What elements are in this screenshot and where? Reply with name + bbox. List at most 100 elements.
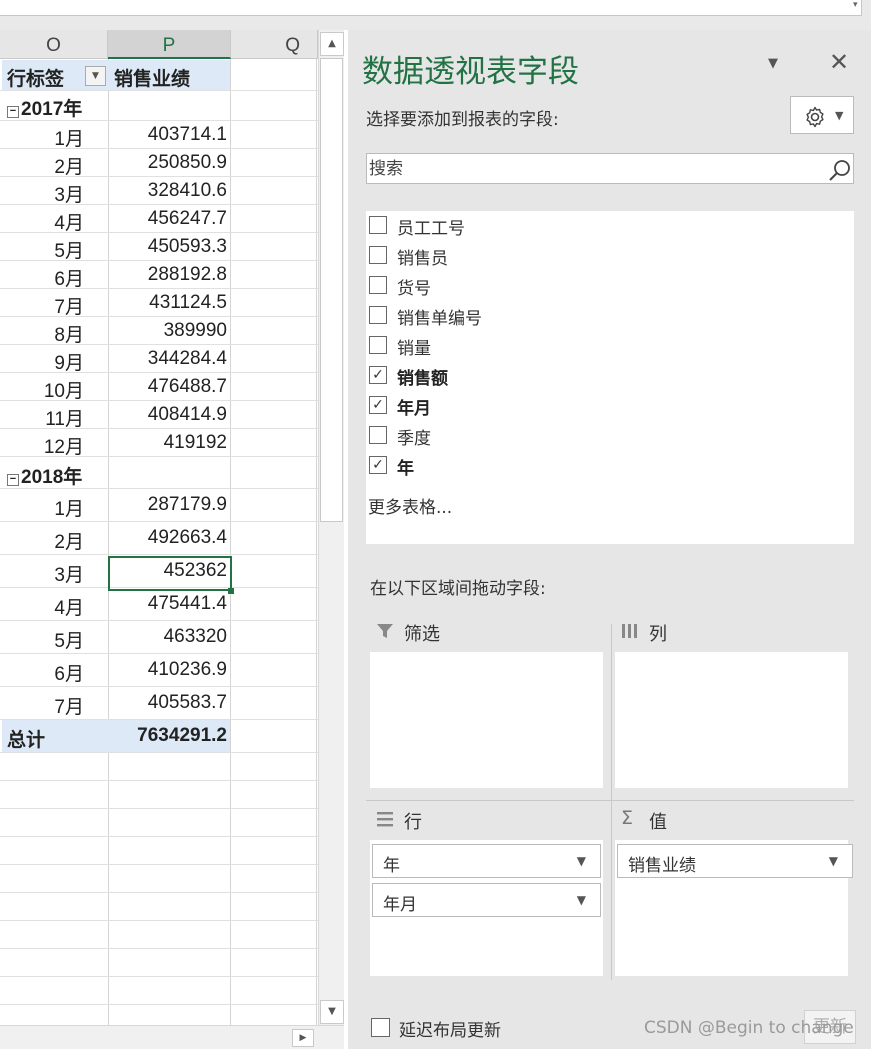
row-label[interactable]: 4月 xyxy=(10,593,84,620)
row-value[interactable]: 287179.9 xyxy=(112,494,227,516)
row-label[interactable]: 5月 xyxy=(10,626,84,653)
checkbox-unchecked[interactable] xyxy=(369,306,387,324)
row-value[interactable]: 463320 xyxy=(112,626,227,648)
grid-line xyxy=(0,752,318,753)
chevron-down-icon[interactable]: ▼ xyxy=(577,893,586,907)
row-value[interactable]: 475441.4 xyxy=(112,593,227,615)
formula-input[interactable] xyxy=(0,0,862,16)
value-field-sales[interactable]: 销售业绩 ▼ xyxy=(617,844,853,878)
row-label[interactable]: 2月 xyxy=(10,527,84,554)
row-label[interactable]: 3月 xyxy=(10,180,84,207)
row-value[interactable]: 450593.3 xyxy=(112,236,227,258)
field-item[interactable]: 员工工号 xyxy=(369,213,829,239)
column-header-p[interactable]: P xyxy=(108,30,231,59)
row-label[interactable]: 9月 xyxy=(10,348,84,375)
filters-drop-zone[interactable] xyxy=(370,652,603,788)
field-item[interactable]: 销量 xyxy=(369,333,829,359)
row-value[interactable]: 403714.1 xyxy=(112,124,227,146)
search-icon[interactable] xyxy=(828,158,852,182)
vertical-scrollbar[interactable]: ▲ ▼ xyxy=(318,30,344,1025)
row-label[interactable]: 1月 xyxy=(10,124,84,151)
search-field[interactable] xyxy=(366,153,854,184)
row-label[interactable]: 2月 xyxy=(10,152,84,179)
checkbox-unchecked[interactable] xyxy=(369,216,387,234)
checkbox-checked[interactable]: ✓ xyxy=(369,396,387,414)
field-item[interactable]: ✓ 年 xyxy=(369,453,829,479)
field-item[interactable]: ✓ 销售额 xyxy=(369,363,829,389)
field-item[interactable]: 货号 xyxy=(369,273,829,299)
collapse-minus-icon[interactable]: − xyxy=(7,474,19,486)
row-value[interactable]: 492663.4 xyxy=(112,527,227,549)
row-label[interactable]: 3月 xyxy=(10,560,84,587)
row-value[interactable]: 344284.4 xyxy=(112,348,227,370)
horizontal-scrollbar[interactable]: ▶ xyxy=(0,1025,344,1049)
checkbox-unchecked[interactable] xyxy=(369,426,387,444)
row-label[interactable]: 12月 xyxy=(10,432,84,459)
row-value[interactable]: 431124.5 xyxy=(112,292,227,314)
search-input[interactable] xyxy=(369,157,809,181)
columns-icon xyxy=(621,622,639,644)
rows-drop-zone[interactable]: 年 ▼ 年月 ▼ xyxy=(370,840,603,976)
scroll-thumb[interactable] xyxy=(320,58,343,522)
group-label: 2018年 xyxy=(21,467,83,488)
formula-expand-icon[interactable]: ▾ xyxy=(853,0,858,10)
row-value[interactable]: 389990 xyxy=(112,320,227,342)
row-label[interactable]: 10月 xyxy=(10,376,84,403)
row-value[interactable]: 405583.7 xyxy=(112,692,227,714)
group-header[interactable]: −2018年 xyxy=(7,462,82,489)
row-label[interactable]: 6月 xyxy=(10,264,84,291)
row-value[interactable]: 419192 xyxy=(112,432,227,454)
row-value[interactable]: 410236.9 xyxy=(112,659,227,681)
row-value[interactable]: 476488.7 xyxy=(112,376,227,398)
row-label[interactable]: 6月 xyxy=(10,659,84,686)
scroll-up-icon[interactable]: ▲ xyxy=(320,32,344,56)
column-header-o[interactable]: O xyxy=(0,30,108,59)
chevron-down-icon[interactable]: ▼ xyxy=(829,854,838,868)
chevron-down-icon[interactable]: ▼ xyxy=(577,854,586,868)
pane-options-chevron-icon[interactable]: ▼ xyxy=(768,56,778,71)
row-value[interactable]: 250850.9 xyxy=(112,152,227,174)
checkbox-unchecked[interactable] xyxy=(369,336,387,354)
row-label[interactable]: 4月 xyxy=(10,208,84,235)
row-value[interactable]: 288192.8 xyxy=(112,264,227,286)
grid-line xyxy=(0,554,318,555)
checkbox-unchecked[interactable] xyxy=(369,276,387,294)
scroll-right-icon[interactable]: ▶ xyxy=(292,1029,314,1047)
field-item[interactable]: 季度 xyxy=(369,423,829,449)
row-field-year[interactable]: 年 ▼ xyxy=(372,844,601,878)
field-item[interactable]: 销售单编号 xyxy=(369,303,829,329)
row-field-year-month[interactable]: 年月 ▼ xyxy=(372,883,601,917)
column-header-q[interactable]: Q xyxy=(231,30,318,59)
row-label[interactable]: 7月 xyxy=(10,692,84,719)
scroll-down-icon[interactable]: ▼ xyxy=(320,1000,344,1024)
field-label: 销售员 xyxy=(397,249,448,269)
checkbox-checked[interactable]: ✓ xyxy=(369,366,387,384)
checkbox-checked[interactable]: ✓ xyxy=(369,456,387,474)
collapse-minus-icon[interactable]: − xyxy=(7,106,19,118)
selected-cell[interactable] xyxy=(108,556,232,591)
field-list-settings-button[interactable]: ▼ xyxy=(790,96,854,134)
row-label[interactable]: 5月 xyxy=(10,236,84,263)
row-label[interactable]: 1月 xyxy=(10,494,84,521)
values-drop-zone[interactable]: 销售业绩 ▼ xyxy=(615,840,853,976)
group-header[interactable]: −2017年 xyxy=(7,94,82,121)
filter-dropdown-button[interactable]: ▼ xyxy=(85,66,106,86)
spreadsheet-grid[interactable]: O P Q 行标签 ▼ 销售业绩 −2017年 1月 403714.1 2月 25085… xyxy=(0,30,318,1025)
values-area-title: 值 xyxy=(649,812,667,833)
filter-funnel-icon xyxy=(376,622,394,644)
defer-update-checkbox[interactable] xyxy=(371,1018,390,1037)
row-value[interactable]: 328410.6 xyxy=(112,180,227,202)
filters-area-title: 筛选 xyxy=(404,624,440,645)
close-icon[interactable]: ✕ xyxy=(829,48,849,76)
checkbox-unchecked[interactable] xyxy=(369,246,387,264)
row-label[interactable]: 8月 xyxy=(10,320,84,347)
row-label[interactable]: 7月 xyxy=(10,292,84,319)
field-item[interactable]: 销售员 xyxy=(369,243,829,269)
more-tables-link[interactable]: 更多表格... xyxy=(368,493,452,518)
row-value[interactable]: 408414.9 xyxy=(112,404,227,426)
columns-drop-zone[interactable] xyxy=(615,652,848,788)
row-label[interactable]: 11月 xyxy=(10,404,84,431)
field-item[interactable]: ✓ 年月 xyxy=(369,393,829,419)
row-value[interactable]: 456247.7 xyxy=(112,208,227,230)
fill-handle[interactable] xyxy=(228,588,234,594)
